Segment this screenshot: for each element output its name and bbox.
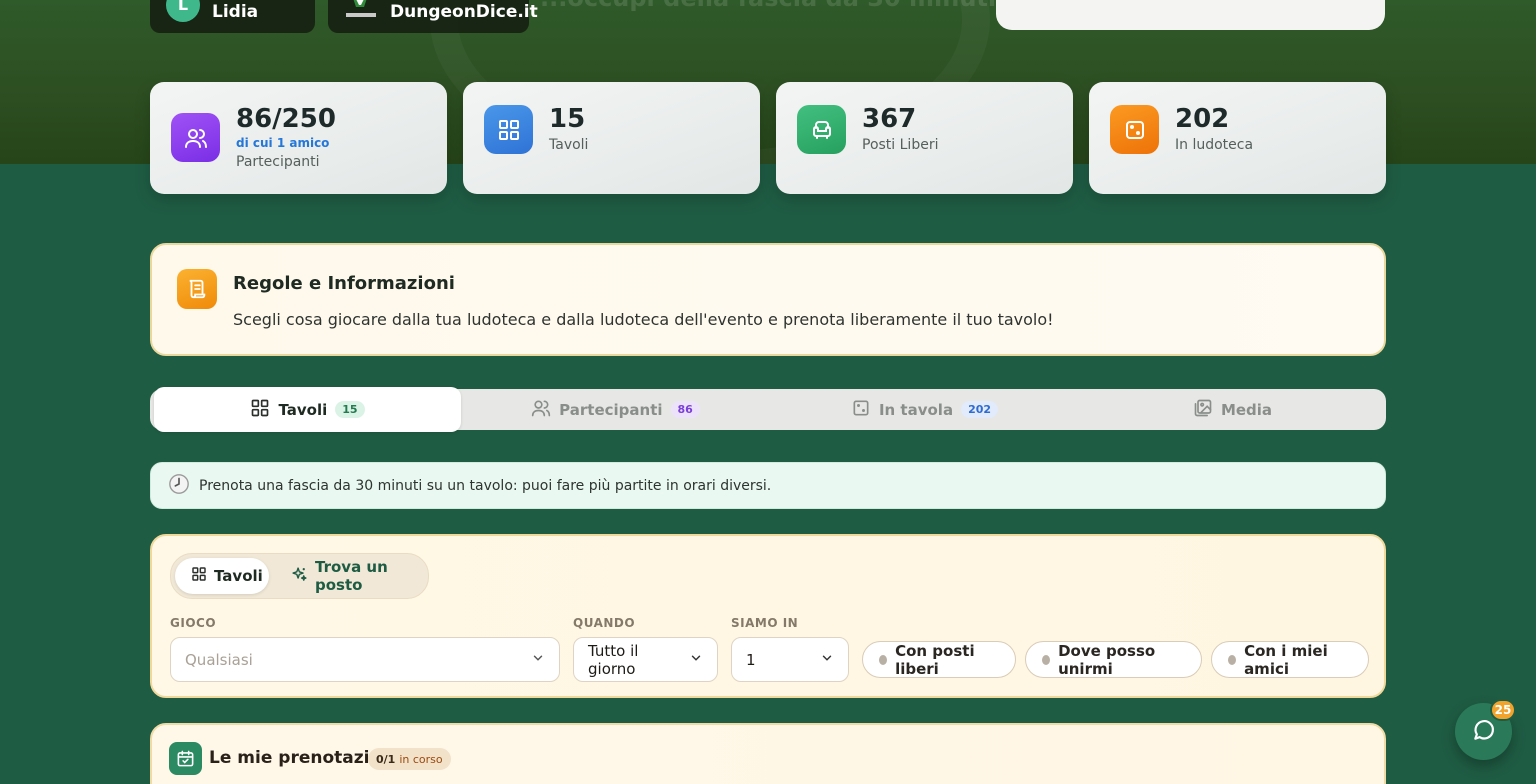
stat-card-library: 202 In ludoteca bbox=[1089, 82, 1386, 194]
my-bookings-panel[interactable]: Le mie prenotazioni 0/1 in corso bbox=[150, 723, 1386, 784]
tab-count-badge: 15 bbox=[335, 401, 365, 418]
grid-icon bbox=[191, 566, 207, 586]
when-select[interactable]: Tutto il giorno bbox=[573, 637, 718, 682]
chevron-down-icon bbox=[531, 651, 545, 669]
grid-icon bbox=[250, 398, 270, 422]
scroll-icon bbox=[177, 269, 217, 309]
tab-count-badge: 86 bbox=[670, 401, 700, 418]
group-size-select[interactable]: 1 bbox=[731, 637, 849, 682]
mode-find-seat-button[interactable]: Trova un posto bbox=[275, 558, 428, 594]
tab-media[interactable]: Media bbox=[1079, 389, 1386, 430]
brand-chip[interactable]: DungeonDice.it bbox=[328, 0, 538, 33]
clock-icon bbox=[168, 473, 190, 499]
grid-icon bbox=[484, 105, 533, 154]
users-icon bbox=[171, 113, 220, 162]
chevron-down-icon bbox=[820, 651, 834, 669]
group-size-value: 1 bbox=[746, 650, 756, 669]
stat-value: 202 bbox=[1175, 104, 1230, 134]
stat-value: 15 bbox=[549, 104, 586, 134]
toggle-dot bbox=[1228, 654, 1237, 665]
sparkles-icon bbox=[291, 566, 308, 587]
filter-can-join-toggle[interactable]: Dove posso unirmi bbox=[1025, 641, 1202, 678]
stat-sub: di cui 1 amico bbox=[236, 136, 330, 150]
when-select-value: Tutto il giorno bbox=[588, 641, 639, 678]
stat-card-tables: 15 Tavoli bbox=[463, 82, 760, 194]
dice-icon bbox=[851, 398, 871, 422]
chevron-down-icon bbox=[689, 651, 703, 669]
stat-value: 367 bbox=[862, 104, 917, 134]
users-icon bbox=[531, 398, 551, 422]
toggle-dot bbox=[879, 654, 888, 665]
user-chip[interactable]: L Lidia bbox=[150, 0, 315, 33]
tab-label: In tavola bbox=[878, 400, 954, 419]
dungeondice-logo-icon bbox=[344, 0, 378, 21]
tab-participants[interactable]: Partecipanti 86 bbox=[461, 389, 770, 430]
mode-find-seat-label: Trova un posto bbox=[315, 558, 388, 594]
user-name: Lidia bbox=[212, 1, 259, 22]
tab-tables[interactable]: Tavoli 15 bbox=[154, 387, 461, 432]
chat-unread-badge: 25 bbox=[1490, 699, 1516, 721]
rules-panel: Regole e Informazioni Scegli cosa giocar… bbox=[150, 243, 1386, 356]
chat-bubble-icon bbox=[1471, 717, 1497, 747]
dice-icon bbox=[1110, 105, 1159, 154]
pill-label: Con posti liberi bbox=[895, 641, 975, 678]
toggle-dot bbox=[1042, 654, 1051, 665]
mode-tables-label: Tavoli bbox=[214, 567, 263, 585]
armchair-icon bbox=[797, 105, 846, 154]
stat-label: Tavoli bbox=[549, 137, 589, 153]
pill-label: Dove posso unirmi bbox=[1058, 641, 1156, 678]
game-select-placeholder: Qualsiasi bbox=[185, 650, 253, 669]
view-mode-toggle: Tavoli Trova un posto bbox=[170, 553, 429, 599]
status-badge: 0/1 in corso bbox=[368, 748, 451, 770]
tab-label: Partecipanti bbox=[559, 400, 663, 419]
hero-info-card bbox=[996, 0, 1385, 30]
rules-text: Scegli cosa giocare dalla tua ludoteca e… bbox=[233, 310, 1054, 329]
images-icon bbox=[1193, 398, 1213, 422]
game-filter-label: GIOCO bbox=[170, 616, 217, 630]
pill-label: Con i miei amici bbox=[1244, 641, 1328, 678]
main-tabs: Tavoli 15 Partecipanti 86 In tavola 202 … bbox=[150, 387, 1386, 432]
booking-count: 0/1 bbox=[376, 752, 396, 766]
stat-label: Partecipanti bbox=[236, 154, 320, 170]
hint-text: Prenota una fascia da 30 minuti su un ta… bbox=[199, 477, 772, 494]
brand-name: DungeonDice.it bbox=[390, 1, 538, 22]
tab-label: Media bbox=[1220, 400, 1273, 419]
filter-free-seats-toggle[interactable]: Con posti liberi bbox=[862, 641, 1016, 678]
group-size-label: SIAMO IN bbox=[731, 616, 799, 630]
game-select[interactable]: Qualsiasi bbox=[170, 637, 560, 682]
rules-title: Regole e Informazioni bbox=[233, 273, 455, 294]
when-filter-label: QUANDO bbox=[573, 616, 636, 630]
filter-panel: Tavoli Trova un posto GIOCO Qualsiasi QU… bbox=[150, 534, 1386, 698]
stat-label: In ludoteca bbox=[1175, 137, 1254, 153]
stat-card-participants: 86/250 di cui 1 amico Partecipanti bbox=[150, 82, 447, 194]
avatar: L bbox=[166, 0, 200, 22]
booking-hint: Prenota una fascia da 30 minuti su un ta… bbox=[150, 462, 1386, 509]
stat-value: 86/250 bbox=[236, 104, 336, 134]
mode-tables-button[interactable]: Tavoli bbox=[175, 558, 269, 594]
tab-in-play[interactable]: In tavola 202 bbox=[770, 389, 1079, 430]
stat-card-free-seats: 367 Posti Liberi bbox=[776, 82, 1073, 194]
calendar-check-icon bbox=[169, 742, 202, 775]
tab-count-badge: 202 bbox=[961, 401, 999, 418]
filter-with-friends-toggle[interactable]: Con i miei amici bbox=[1211, 641, 1369, 678]
tab-label: Tavoli bbox=[278, 400, 328, 419]
stat-label: Posti Liberi bbox=[862, 137, 939, 153]
booking-status: in corso bbox=[399, 752, 443, 766]
